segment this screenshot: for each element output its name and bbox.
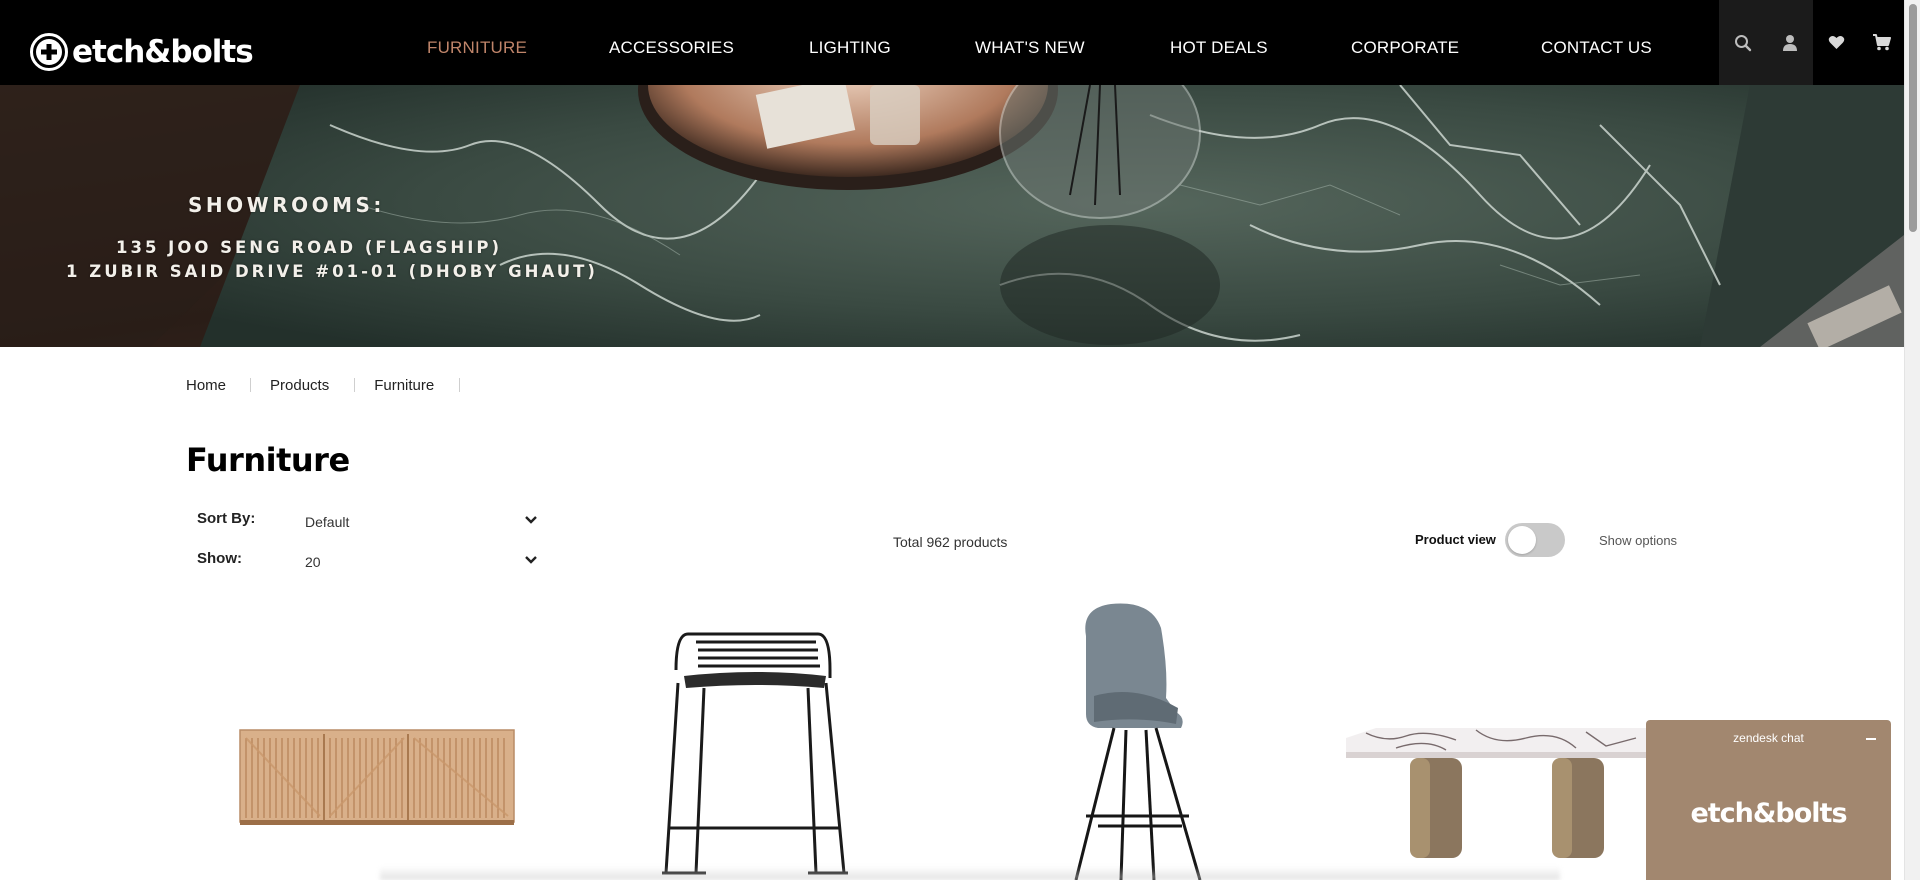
showroom-address-dhoby-ghaut: 1 ZUBIR SAID DRIVE #01-01 (DHOBY GHAUT): [66, 262, 598, 281]
product-card-sideboard[interactable]: [186, 588, 546, 880]
breadcrumb-divider: [354, 378, 356, 392]
marble-dining-table-image: [1336, 588, 1696, 880]
breadcrumb-home[interactable]: Home: [186, 377, 226, 394]
breadcrumb-furniture[interactable]: Furniture: [374, 377, 434, 394]
account-button[interactable]: [1766, 0, 1813, 85]
product-card-bar-chair[interactable]: [986, 588, 1346, 880]
show-count-value: 20: [305, 554, 321, 570]
logo-text: etch&bolts: [72, 34, 254, 70]
nav-item-furniture[interactable]: FURNITURE: [427, 38, 527, 58]
chat-title: zendesk chat: [1733, 731, 1804, 745]
cart-button[interactable]: [1858, 0, 1905, 85]
chevron-down-icon: [525, 556, 537, 564]
sort-by-select[interactable]: Default: [305, 510, 537, 534]
account-icon: [1782, 34, 1797, 51]
nav-item-whats-new[interactable]: WHAT'S NEW: [975, 38, 1085, 58]
showrooms-heading: SHOWROOMS:: [188, 193, 385, 217]
total-products-count: Total 962 products: [893, 534, 1008, 550]
page-scrollbar[interactable]: [1904, 0, 1920, 880]
grid-bottom-fade: [380, 866, 1560, 880]
chat-brand-logo: etch&bolts: [1690, 798, 1847, 829]
zendesk-chat-widget[interactable]: zendesk chat etch&bolts: [1646, 720, 1891, 880]
nav-item-contact-us[interactable]: CONTACT US: [1541, 38, 1652, 58]
product-card-wire-bar-stool[interactable]: [586, 588, 946, 880]
show-count-select[interactable]: 20: [305, 550, 537, 574]
wire-bar-stool-image: [586, 588, 946, 880]
nav-item-hot-deals[interactable]: HOT DEALS: [1170, 38, 1268, 58]
toggle-knob: [1508, 526, 1536, 554]
breadcrumb-divider: [250, 378, 252, 392]
showroom-banner[interactable]: SHOWROOMS: 135 JOO SENG ROAD (FLAGSHIP) …: [0, 85, 1904, 347]
search-icon: [1734, 34, 1751, 51]
cart-icon: [1873, 34, 1891, 51]
breadcrumb-divider: [459, 378, 461, 392]
show-label: Show:: [197, 550, 242, 567]
wishlist-heart-icon: [1828, 35, 1845, 49]
product-view-label: Product view: [1415, 532, 1496, 547]
logo-mark-icon: [30, 33, 68, 71]
logo[interactable]: etch&bolts: [30, 31, 254, 73]
breadcrumb: Home Products Furniture: [186, 375, 479, 395]
sort-by-label: Sort By:: [197, 510, 256, 527]
wooden-sideboard-image: [186, 588, 546, 880]
page-title: Furniture: [186, 441, 350, 479]
nav-item-accessories[interactable]: ACCESSORIES: [609, 38, 734, 58]
product-view-toggle[interactable]: [1505, 523, 1565, 557]
scrollbar-thumb[interactable]: [1909, 4, 1917, 232]
sort-by-value: Default: [305, 514, 350, 530]
breadcrumb-products[interactable]: Products: [270, 377, 329, 394]
wishlist-button[interactable]: [1813, 0, 1860, 85]
search-button[interactable]: [1719, 0, 1766, 85]
grey-bar-chair-image: [986, 588, 1346, 880]
nav-item-corporate[interactable]: CORPORATE: [1351, 38, 1459, 58]
product-card-marble-table[interactable]: [1336, 588, 1696, 880]
show-options-link[interactable]: Show options: [1599, 533, 1677, 548]
chevron-down-icon: [525, 516, 537, 524]
top-header: etch&bolts FURNITURE ACCESSORIES LIGHTIN…: [0, 0, 1904, 85]
nav-item-lighting[interactable]: LIGHTING: [809, 38, 891, 58]
showroom-address-flagship: 135 JOO SENG ROAD (FLAGSHIP): [116, 238, 502, 257]
chat-minimize-icon[interactable]: [1864, 731, 1878, 745]
